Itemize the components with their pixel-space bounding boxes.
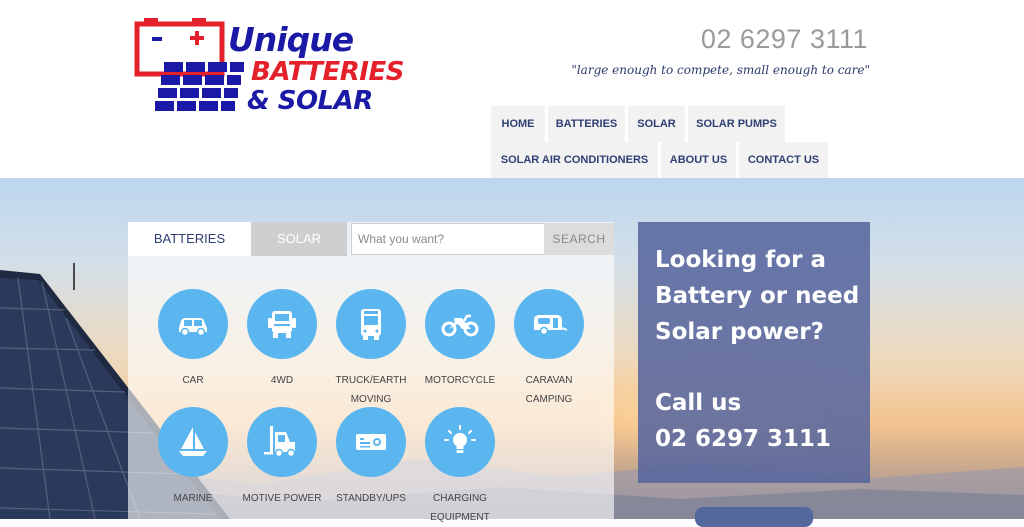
- category-standby-ups[interactable]: STANDBY/UPS: [326, 407, 416, 508]
- category-label: 4WD: [270, 375, 294, 386]
- category-marine[interactable]: MARINE: [148, 407, 238, 508]
- nav-solar-pumps[interactable]: SOLAR PUMPS: [688, 106, 785, 142]
- category-car[interactable]: CAR: [148, 289, 238, 390]
- category-icon-circle: [158, 289, 228, 359]
- forklift-icon: [264, 426, 296, 458]
- logo-text-batteries: BATTERIES: [251, 57, 404, 87]
- sailboat-icon: [179, 427, 207, 456]
- caravan-icon: [534, 315, 568, 336]
- site-header: Unique BATTERIES & SOLAR 02 6297 3111 "l…: [0, 0, 1024, 178]
- ups-icon: [356, 434, 386, 450]
- category-label: MOTIVE POWER: [242, 493, 322, 504]
- search-button[interactable]: SEARCH: [544, 223, 614, 255]
- category-icon-circle: [514, 289, 584, 359]
- tab-batteries[interactable]: BATTERIES: [128, 222, 251, 256]
- tab-solar[interactable]: SOLAR: [251, 222, 347, 256]
- category-label: CAR: [182, 375, 204, 386]
- site-logo[interactable]: Unique BATTERIES & SOLAR: [134, 18, 434, 118]
- nav-contact-us[interactable]: CONTACT US: [739, 142, 828, 178]
- nav-about-us[interactable]: ABOUT US: [661, 142, 736, 178]
- nav-solar[interactable]: SOLAR: [628, 106, 685, 142]
- category-label: MOTORCYCLE: [424, 375, 496, 386]
- header-phone-number[interactable]: 02 6297 3111: [701, 24, 868, 55]
- motorcycle-icon: [441, 314, 479, 337]
- category-icon-circle: [425, 289, 495, 359]
- battery-search-widget: BATTERIES SOLAR SEARCH CAR 4WD: [128, 222, 614, 523]
- category-caravan-camping[interactable]: CARAVAN CAMPING: [504, 289, 594, 409]
- truck-icon: [361, 309, 381, 340]
- call-to-action-box: Looking for a Battery or need Solar powe…: [638, 222, 870, 483]
- category-label: CHARGING EQUIPMENT: [430, 493, 490, 523]
- logo-text-unique: Unique: [228, 20, 354, 59]
- category-label: STANDBY/UPS: [336, 493, 406, 504]
- search-input[interactable]: [351, 223, 555, 255]
- category-icon-circle: [425, 407, 495, 477]
- cta-button-partial[interactable]: [695, 507, 813, 527]
- category-charging-equipment[interactable]: CHARGING EQUIPMENT: [415, 407, 505, 527]
- header-tagline: "large enough to compete, small enough t…: [571, 63, 870, 77]
- nav-home[interactable]: HOME: [491, 106, 545, 142]
- category-truck-earth-moving[interactable]: TRUCK/EARTH MOVING: [326, 289, 416, 409]
- 4wd-icon: [268, 311, 296, 338]
- cta-heading: Looking for a Battery or need Solar powe…: [655, 247, 860, 345]
- category-label: CARAVAN CAMPING: [525, 375, 573, 405]
- car-icon: [179, 318, 207, 337]
- category-motive-power[interactable]: MOTIVE POWER: [237, 407, 327, 508]
- category-4wd[interactable]: 4WD: [237, 289, 327, 390]
- category-icon-circle: [336, 407, 406, 477]
- nav-solar-air-conditioners[interactable]: SOLAR AIR CONDITIONERS: [491, 142, 658, 178]
- charging-bulb-icon: [444, 425, 476, 453]
- category-label: MARINE: [173, 493, 213, 504]
- category-icon-circle: [158, 407, 228, 477]
- category-icon-circle: [247, 289, 317, 359]
- nav-batteries[interactable]: BATTERIES: [548, 106, 625, 142]
- category-motorcycle[interactable]: MOTORCYCLE: [415, 289, 505, 390]
- cta-call-us[interactable]: Call us 02 6297 3111: [655, 385, 831, 457]
- category-icon-circle: [247, 407, 317, 477]
- category-label: TRUCK/EARTH MOVING: [335, 375, 407, 405]
- category-icon-circle: [336, 289, 406, 359]
- logo-text-solar: & SOLAR: [247, 86, 373, 116]
